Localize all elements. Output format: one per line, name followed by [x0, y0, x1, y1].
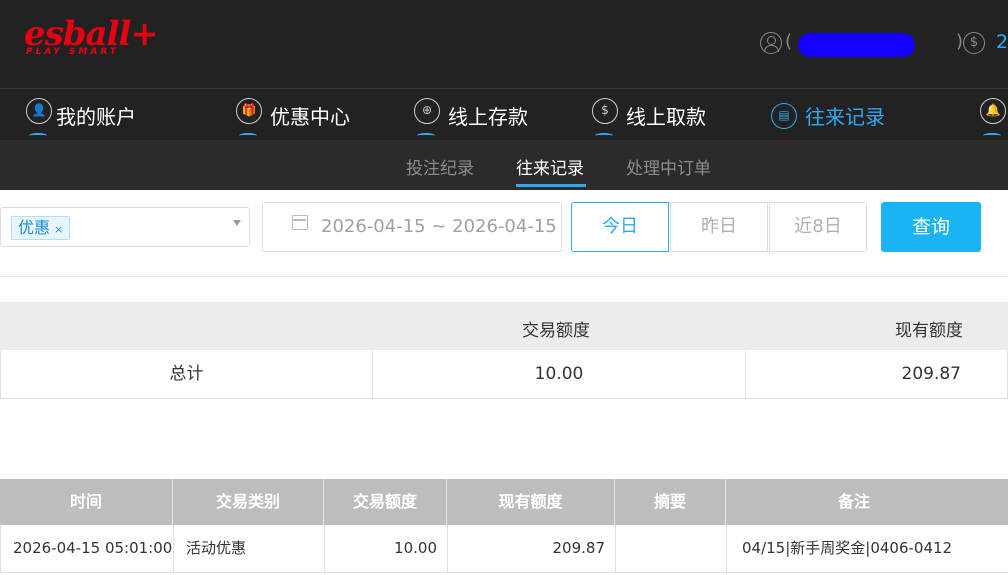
summary-header-balance: 现有额度	[895, 321, 963, 341]
last-8-days-button[interactable]: 近8日	[769, 202, 867, 252]
header-summary: 摘要	[615, 479, 726, 525]
summary-row: 总计 10.00 209.87	[0, 350, 1008, 399]
detail-header: 时间 交易类别 交易额度 现有额度 摘要 备注	[0, 479, 1008, 525]
esball-logo[interactable]: esball+ PLAY SMART	[24, 14, 159, 64]
query-button[interactable]: 查询	[881, 202, 981, 252]
summary-total-label: 总计	[1, 350, 373, 398]
date-range-picker[interactable]: 2026-04-15 ~ 2026-04-15	[262, 202, 562, 252]
header-remarks: 备注	[838, 492, 871, 511]
close-icon[interactable]: ×	[54, 223, 63, 236]
cell-time: 2026-04-15 05:01:00	[1, 525, 174, 572]
dollar-coin-icon: $	[963, 32, 985, 54]
main-nav: 👤 我的账户 🎁 优惠中心 ⊕ 线上存款 $ 线上取款 ▤ 往来记录 🔔	[0, 88, 1008, 140]
active-tab-indicator	[516, 184, 586, 187]
sub-nav: 投注纪录 往来记录 处理中订单	[0, 140, 1008, 190]
nav-label: 线上取款	[626, 105, 706, 129]
top-header: esball+ PLAY SMART ( ) $ 2	[0, 0, 1008, 88]
deposit-icon: ⊕	[414, 98, 440, 135]
category-select[interactable]: 优惠 ×	[0, 207, 250, 247]
header-time: 时间	[0, 479, 173, 525]
tag-label: 优惠	[18, 218, 51, 237]
cell-summary	[616, 525, 727, 572]
summary-header-amount: 交易额度	[522, 321, 590, 341]
paren-close: )	[956, 31, 964, 52]
date-range-value: 2026-04-15 ~ 2026-04-15	[321, 216, 557, 237]
table-row: 2026-04-15 05:01:00 活动优惠 10.00 209.87 04…	[0, 525, 1008, 573]
tab-bet-records[interactable]: 投注纪录	[406, 154, 474, 179]
gift-icon: 🎁	[236, 98, 262, 135]
paren-open: (	[785, 31, 793, 52]
username-redacted	[798, 33, 915, 57]
records-icon: ▤	[771, 103, 797, 129]
tab-transaction-records[interactable]: 往来记录	[516, 154, 584, 179]
nav-label: 优惠中心	[270, 105, 350, 129]
yesterday-button[interactable]: 昨日	[670, 202, 768, 252]
user-info: ( ) $ 2	[760, 30, 1008, 58]
header-amount: 交易额度	[324, 479, 447, 525]
user-icon: 👤	[26, 98, 52, 135]
calendar-icon	[292, 215, 308, 230]
selected-tag: 优惠 ×	[11, 216, 71, 240]
header-type: 交易类别	[173, 479, 324, 525]
summary-amount: 10.00	[373, 350, 746, 398]
nav-label: 往来记录	[805, 105, 885, 129]
summary-header: 交易额度 现有额度	[0, 302, 1008, 350]
cell-amount: 10.00	[325, 525, 448, 572]
today-button[interactable]: 今日	[571, 202, 669, 252]
section-divider	[0, 276, 1008, 277]
withdraw-icon: $	[592, 98, 618, 135]
user-icon	[760, 32, 782, 54]
nav-label: 我的账户	[56, 105, 136, 129]
logo-tagline: PLAY SMART	[26, 47, 119, 57]
nav-label: 线上存款	[448, 105, 528, 129]
bell-icon: 🔔	[980, 98, 1006, 135]
cell-balance: 209.87	[448, 525, 616, 572]
chevron-down-icon[interactable]	[233, 220, 241, 226]
header-balance: 现有额度	[447, 479, 615, 525]
tab-pending-orders[interactable]: 处理中订单	[626, 154, 711, 179]
cell-remarks: 04/15|新手周奖金|0406-0412	[742, 539, 953, 557]
balance-amount: 2	[996, 31, 1008, 53]
cell-type: 活动优惠	[174, 525, 325, 572]
summary-balance: 209.87	[746, 350, 1008, 398]
